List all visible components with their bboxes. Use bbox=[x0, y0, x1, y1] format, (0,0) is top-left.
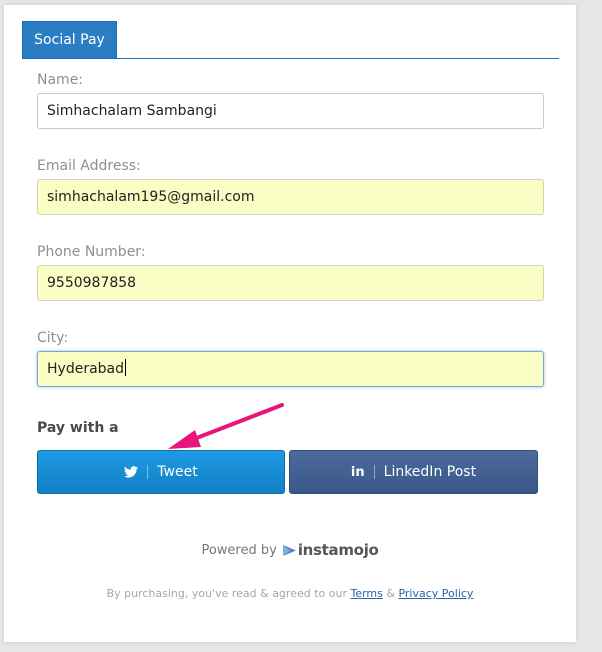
legal-ampersand: & bbox=[386, 587, 395, 600]
instamojo-wordmark: instamojo bbox=[297, 541, 379, 559]
legal-notice: By purchasing, you've read & agreed to o… bbox=[4, 587, 576, 600]
linkedin-post-button[interactable]: in LinkedIn Post bbox=[289, 450, 538, 494]
tab-bar: Social Pay bbox=[22, 21, 559, 59]
tab-social-pay[interactable]: Social Pay bbox=[22, 21, 117, 59]
linkedin-divider bbox=[373, 465, 375, 479]
name-label: Name: bbox=[37, 72, 84, 88]
twitter-bird-icon bbox=[124, 466, 139, 478]
tweet-button[interactable]: Tweet bbox=[37, 450, 285, 494]
email-label: Email Address: bbox=[37, 158, 141, 174]
legal-text: By purchasing, you've read & agreed to o… bbox=[106, 587, 347, 600]
instamojo-logo[interactable]: instamojo bbox=[282, 541, 379, 559]
privacy-policy-link[interactable]: Privacy Policy bbox=[398, 587, 473, 600]
tweet-divider bbox=[147, 465, 149, 479]
linkedin-button-label: LinkedIn Post bbox=[383, 464, 477, 480]
powered-by: Powered by instamojo bbox=[4, 541, 576, 559]
tweet-button-label: Tweet bbox=[157, 464, 198, 480]
name-field[interactable]: Simhachalam Sambangi bbox=[37, 93, 544, 129]
text-caret bbox=[125, 359, 126, 376]
powered-by-text: Powered by bbox=[201, 542, 277, 558]
city-field[interactable]: Hyderabad bbox=[37, 351, 544, 387]
linkedin-icon: in bbox=[350, 464, 365, 480]
city-label: City: bbox=[37, 330, 69, 346]
phone-label: Phone Number: bbox=[37, 244, 146, 260]
city-value: Hyderabad bbox=[47, 361, 124, 377]
pay-with-heading: Pay with a bbox=[37, 420, 119, 436]
email-field[interactable]: simhachalam195@gmail.com bbox=[37, 179, 544, 215]
social-pay-card: Social Pay Name: Simhachalam Sambangi Em… bbox=[4, 5, 576, 642]
terms-link[interactable]: Terms bbox=[350, 587, 382, 600]
instamojo-logo-icon bbox=[282, 544, 296, 556]
phone-field[interactable]: 9550987858 bbox=[37, 265, 544, 301]
